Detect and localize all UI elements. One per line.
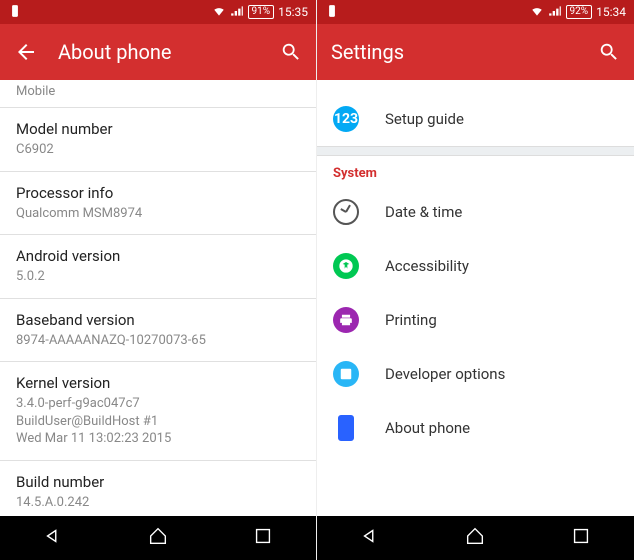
status-indicator-icon [8, 4, 22, 21]
item-label: Processor info [16, 184, 300, 202]
signal-icon [230, 4, 244, 21]
wifi-icon [212, 4, 226, 21]
section-divider [317, 146, 634, 156]
settings-item-about-phone[interactable]: About phone [317, 401, 634, 455]
clock-text: 15:34 [596, 5, 626, 19]
settings-item-accessibility[interactable]: Accessibility [317, 239, 634, 293]
section-header-system: System [317, 156, 634, 185]
setup-guide-icon: 123 [333, 106, 359, 132]
status-bar: 92% 15:34 [317, 0, 634, 24]
clock-text: 15:35 [278, 5, 308, 19]
settings-item-date-time[interactable]: Date & time [317, 185, 634, 239]
settings-item-developer-options[interactable]: Developer options [317, 347, 634, 401]
item-value: 5.0.2 [16, 268, 300, 286]
wifi-icon [530, 4, 544, 21]
battery-level: 92% [566, 5, 593, 19]
clock-icon [333, 199, 359, 225]
item-label: Printing [385, 311, 437, 329]
item-label: Model number [16, 120, 300, 138]
status-indicator-icon [325, 4, 339, 21]
app-bar: Settings [317, 24, 634, 80]
item-value: Qualcomm MSM8974 [16, 205, 300, 223]
nav-recent-button[interactable] [570, 525, 592, 551]
nav-home-button[interactable] [147, 525, 169, 551]
item-value: 14.5.A.0.242 [16, 494, 300, 512]
nav-back-button[interactable] [359, 525, 381, 551]
list-item-build[interactable]: Build number 14.5.A.0.242 [0, 461, 316, 516]
phone-icon [333, 415, 359, 441]
list-item-processor[interactable]: Processor info Qualcomm MSM8974 [0, 172, 316, 236]
item-value: C6902 [16, 141, 300, 159]
about-phone-screen: 91% 15:35 About phone Mobile Model numbe… [0, 0, 317, 560]
navigation-bar [0, 516, 316, 560]
search-button[interactable] [280, 41, 302, 63]
list-item-kernel[interactable]: Kernel version 3.4.0-perf-g9ac047c7 Buil… [0, 362, 316, 461]
item-label: Build number [16, 473, 300, 491]
status-bar: 91% 15:35 [0, 0, 316, 24]
settings-item-setup-guide[interactable]: 123 Setup guide [317, 92, 634, 146]
page-title: Settings [331, 40, 598, 64]
item-label: About phone [385, 419, 470, 437]
item-label: Android version [16, 247, 300, 265]
item-label: Developer options [385, 365, 505, 383]
item-value: 8974-AAAAANAZQ-10270073-65 [16, 332, 300, 350]
navigation-bar [317, 516, 634, 560]
item-label: Accessibility [385, 257, 469, 275]
signal-icon [548, 4, 562, 21]
item-value: 3.4.0-perf-g9ac047c7 BuildUser@BuildHost… [16, 395, 300, 448]
list-item-baseband[interactable]: Baseband version 8974-AAAAANAZQ-10270073… [0, 299, 316, 363]
back-button[interactable] [14, 40, 38, 64]
settings-item-printing[interactable]: Printing [317, 293, 634, 347]
nav-recent-button[interactable] [252, 525, 274, 551]
page-title: About phone [58, 40, 280, 64]
printing-icon [333, 307, 359, 333]
search-button[interactable] [598, 41, 620, 63]
nav-home-button[interactable] [464, 525, 486, 551]
list-item-model[interactable]: Model number C6902 [0, 108, 316, 172]
accessibility-icon [333, 253, 359, 279]
item-label: Baseband version [16, 311, 300, 329]
settings-screen: 92% 15:34 Settings 123 Setup guide Syste… [317, 0, 634, 560]
item-label: Kernel version [16, 374, 300, 392]
about-list[interactable]: Mobile Model number C6902 Processor info… [0, 80, 316, 516]
settings-list[interactable]: 123 Setup guide System Date & time Acces… [317, 80, 634, 516]
developer-icon [333, 361, 359, 387]
battery-level: 91% [248, 5, 275, 19]
item-label: Date & time [385, 203, 462, 221]
list-item-android-version[interactable]: Android version 5.0.2 [0, 235, 316, 299]
item-label: Setup guide [385, 110, 464, 128]
list-item-truncated[interactable]: Mobile [0, 80, 316, 108]
nav-back-button[interactable] [42, 525, 64, 551]
app-bar: About phone [0, 24, 316, 80]
